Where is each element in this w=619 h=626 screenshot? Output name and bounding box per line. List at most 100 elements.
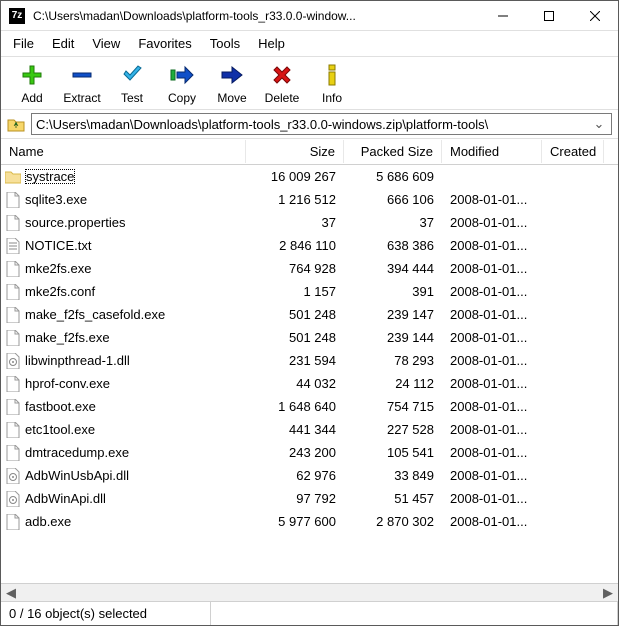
file-packed-size: 391: [344, 284, 442, 299]
path-text: C:\Users\madan\Downloads\platform-tools_…: [36, 117, 591, 132]
move-button[interactable]: Move: [207, 61, 257, 107]
path-combobox[interactable]: C:\Users\madan\Downloads\platform-tools_…: [31, 113, 612, 135]
file-packed-size: 638 386: [344, 238, 442, 253]
table-row[interactable]: hprof-conv.exe44 03224 1122008-01-01...: [1, 372, 618, 395]
maximize-button[interactable]: [526, 1, 572, 31]
file-name: adb.exe: [25, 514, 71, 529]
table-row[interactable]: mke2fs.conf1 1573912008-01-01...: [1, 280, 618, 303]
up-folder-button[interactable]: [7, 115, 25, 133]
col-size[interactable]: Size: [246, 140, 344, 163]
test-button[interactable]: Test: [107, 61, 157, 107]
scroll-left-icon[interactable]: ◀: [3, 585, 19, 601]
exe-icon: [5, 514, 21, 530]
exe-icon: [5, 422, 21, 438]
file-modified: 2008-01-01...: [442, 445, 542, 460]
menu-help[interactable]: Help: [250, 33, 293, 54]
col-packed[interactable]: Packed Size: [344, 140, 442, 163]
file-icon: [5, 284, 21, 300]
file-modified: 2008-01-01...: [442, 330, 542, 345]
exe-icon: [5, 192, 21, 208]
horizontal-scrollbar[interactable]: ◀ ▶: [1, 583, 618, 601]
toolbar: Add Extract Test Copy Move Delete Info: [1, 56, 618, 109]
table-row[interactable]: AdbWinApi.dll97 79251 4572008-01-01...: [1, 487, 618, 510]
delete-button[interactable]: Delete: [257, 61, 307, 107]
table-row[interactable]: adb.exe5 977 6002 870 3022008-01-01...: [1, 510, 618, 533]
copy-label: Copy: [168, 91, 196, 105]
col-created[interactable]: Created: [542, 140, 604, 163]
info-icon: [320, 63, 344, 87]
menu-view[interactable]: View: [84, 33, 128, 54]
file-packed-size: 227 528: [344, 422, 442, 437]
table-row[interactable]: make_f2fs_casefold.exe501 248239 1472008…: [1, 303, 618, 326]
menu-edit[interactable]: Edit: [44, 33, 82, 54]
table-row[interactable]: mke2fs.exe764 928394 4442008-01-01...: [1, 257, 618, 280]
file-size: 764 928: [246, 261, 344, 276]
file-name: make_f2fs_casefold.exe: [25, 307, 165, 322]
file-name: libwinpthread-1.dll: [25, 353, 130, 368]
minimize-button[interactable]: [480, 1, 526, 31]
file-name: mke2fs.conf: [25, 284, 95, 299]
table-row[interactable]: source.properties37372008-01-01...: [1, 211, 618, 234]
table-row[interactable]: fastboot.exe1 648 640754 7152008-01-01..…: [1, 395, 618, 418]
table-row[interactable]: systrace16 009 2675 686 609: [1, 165, 618, 188]
col-name[interactable]: Name: [1, 140, 246, 163]
file-modified: 2008-01-01...: [442, 514, 542, 529]
file-modified: 2008-01-01...: [442, 192, 542, 207]
file-packed-size: 105 541: [344, 445, 442, 460]
close-button[interactable]: [572, 1, 618, 31]
file-packed-size: 5 686 609: [344, 169, 442, 184]
dll-icon: [5, 353, 21, 369]
extract-label: Extract: [63, 91, 100, 105]
status-empty: [211, 602, 618, 625]
file-modified: 2008-01-01...: [442, 284, 542, 299]
table-row[interactable]: make_f2fs.exe501 248239 1442008-01-01...: [1, 326, 618, 349]
file-packed-size: 78 293: [344, 353, 442, 368]
file-name: mke2fs.exe: [25, 261, 91, 276]
extract-button[interactable]: Extract: [57, 61, 107, 107]
file-packed-size: 37: [344, 215, 442, 230]
exe-icon: [5, 330, 21, 346]
table-row[interactable]: libwinpthread-1.dll231 59478 2932008-01-…: [1, 349, 618, 372]
table-row[interactable]: etc1tool.exe441 344227 5282008-01-01...: [1, 418, 618, 441]
scroll-right-icon[interactable]: ▶: [600, 585, 616, 601]
titlebar: 7z C:\Users\madan\Downloads\platform-too…: [1, 1, 618, 31]
file-modified: 2008-01-01...: [442, 307, 542, 322]
file-name: NOTICE.txt: [25, 238, 91, 253]
table-row[interactable]: dmtracedump.exe243 200105 5412008-01-01.…: [1, 441, 618, 464]
file-modified: 2008-01-01...: [442, 215, 542, 230]
table-row[interactable]: sqlite3.exe1 216 512666 1062008-01-01...: [1, 188, 618, 211]
add-label: Add: [21, 91, 42, 105]
menu-tools[interactable]: Tools: [202, 33, 248, 54]
file-packed-size: 51 457: [344, 491, 442, 506]
menu-favorites[interactable]: Favorites: [130, 33, 199, 54]
app-icon: 7z: [9, 8, 25, 24]
exe-icon: [5, 307, 21, 323]
file-size: 5 977 600: [246, 514, 344, 529]
txt-icon: [5, 238, 21, 254]
file-modified: 2008-01-01...: [442, 468, 542, 483]
file-name: dmtracedump.exe: [25, 445, 129, 460]
file-packed-size: 754 715: [344, 399, 442, 414]
menu-file[interactable]: File: [5, 33, 42, 54]
table-row[interactable]: NOTICE.txt2 846 110638 3862008-01-01...: [1, 234, 618, 257]
file-packed-size: 239 144: [344, 330, 442, 345]
table-row[interactable]: AdbWinUsbApi.dll62 97633 8492008-01-01..…: [1, 464, 618, 487]
test-label: Test: [121, 91, 143, 105]
delete-label: Delete: [265, 91, 300, 105]
col-modified[interactable]: Modified: [442, 140, 542, 163]
file-modified: 2008-01-01...: [442, 422, 542, 437]
file-name: hprof-conv.exe: [25, 376, 110, 391]
file-name: etc1tool.exe: [25, 422, 95, 437]
copy-button[interactable]: Copy: [157, 61, 207, 107]
chevron-down-icon[interactable]: ⌄: [591, 116, 607, 132]
file-modified: 2008-01-01...: [442, 376, 542, 391]
move-label: Move: [217, 91, 246, 105]
info-button[interactable]: Info: [307, 61, 357, 107]
file-packed-size: 33 849: [344, 468, 442, 483]
file-list: systrace16 009 2675 686 609sqlite3.exe1 …: [1, 165, 618, 583]
file-name: AdbWinUsbApi.dll: [25, 468, 129, 483]
file-size: 231 594: [246, 353, 344, 368]
add-button[interactable]: Add: [7, 61, 57, 107]
minus-icon: [70, 63, 94, 87]
file-packed-size: 239 147: [344, 307, 442, 322]
